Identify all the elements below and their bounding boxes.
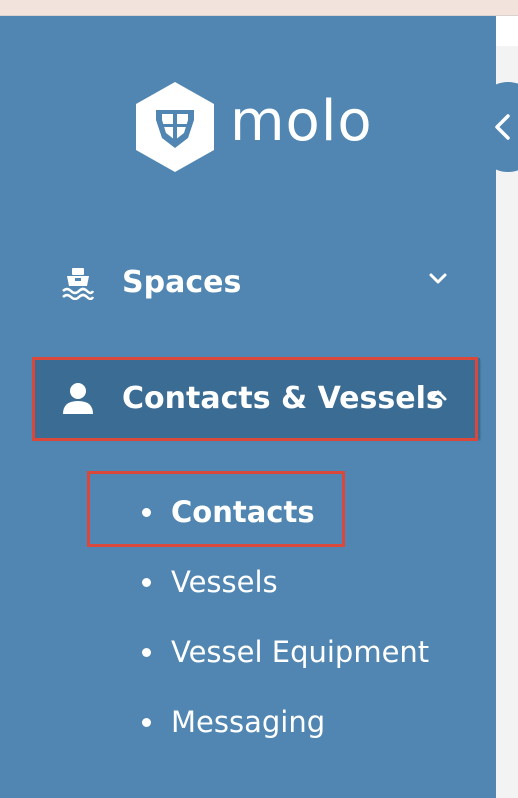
boat-icon bbox=[62, 268, 95, 300]
chevron-up-icon bbox=[429, 390, 447, 401]
brand-name: molo bbox=[230, 89, 373, 154]
sidebar-item-contacts-vessels[interactable]: Contacts & Vessels bbox=[34, 358, 480, 438]
submenu-item-label: Messaging bbox=[171, 705, 326, 739]
collapse-sidebar-button[interactable] bbox=[478, 82, 518, 172]
submenu-item-messaging[interactable]: Messaging bbox=[140, 697, 325, 747]
bullet-icon bbox=[142, 577, 151, 587]
chevron-left-icon bbox=[495, 114, 510, 140]
submenu-item-label: Contacts bbox=[171, 495, 315, 529]
chevron-down-icon bbox=[429, 273, 447, 284]
submenu-item-vessels[interactable]: Vessels bbox=[140, 557, 278, 607]
molo-logo-icon bbox=[136, 82, 214, 172]
sidebar-item-label: Spaces bbox=[122, 264, 242, 300]
bullet-icon bbox=[142, 507, 151, 517]
submenu-item-label: Vessels bbox=[171, 565, 278, 599]
logo: molo bbox=[134, 80, 372, 174]
person-icon bbox=[63, 383, 93, 414]
bullet-icon bbox=[142, 647, 151, 657]
submenu-item-label: Vessel Equipment bbox=[171, 635, 430, 669]
top-strip bbox=[0, 0, 518, 16]
bullet-icon bbox=[142, 717, 151, 727]
submenu-item-vessel-equipment[interactable]: Vessel Equipment bbox=[140, 627, 429, 677]
sidebar-item-spaces[interactable]: Spaces bbox=[34, 242, 480, 322]
submenu-item-contacts[interactable]: Contacts bbox=[140, 487, 315, 537]
sidebar-item-label: Contacts & Vessels bbox=[122, 380, 444, 416]
